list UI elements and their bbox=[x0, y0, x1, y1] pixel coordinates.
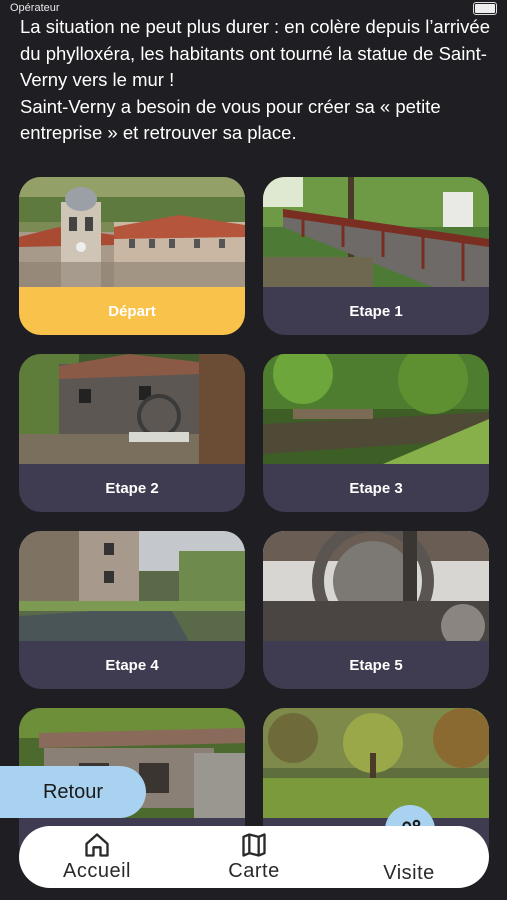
stage-label: Etape 3 bbox=[349, 479, 403, 497]
stage-photo-canal bbox=[19, 531, 245, 641]
back-button[interactable]: Retour bbox=[0, 766, 146, 818]
stage-card-etape-4[interactable]: Etape 4 bbox=[19, 531, 245, 689]
stage-photo-millstone bbox=[263, 531, 489, 641]
stage-label: Départ bbox=[19, 287, 245, 335]
intro-paragraph-1: La situation ne peut plus durer : en col… bbox=[20, 16, 490, 90]
bottom-navigation: Accueil Carte Visite bbox=[19, 826, 489, 888]
stage-photo-park bbox=[263, 708, 489, 818]
intro-text: La situation ne peut plus durer : en col… bbox=[20, 14, 490, 147]
stage-photo-stream bbox=[263, 354, 489, 464]
stage-photo-footbridge bbox=[263, 177, 489, 287]
map-icon bbox=[242, 833, 266, 857]
intro-paragraph-2: Saint-Verny a besoin de vous pour créer … bbox=[20, 95, 441, 144]
nav-map[interactable]: Carte bbox=[194, 832, 314, 883]
nav-home[interactable]: Accueil bbox=[37, 832, 157, 883]
stage-label: Etape 2 bbox=[105, 479, 159, 497]
nav-home-label: Accueil bbox=[63, 860, 131, 882]
stage-label: Etape 4 bbox=[105, 656, 159, 674]
nav-visit[interactable]: Visite bbox=[349, 832, 469, 885]
stage-card-etape-5[interactable]: Etape 5 bbox=[263, 531, 489, 689]
stage-card-depart[interactable]: Départ bbox=[19, 177, 245, 335]
stage-photo-mill bbox=[19, 354, 245, 464]
stage-card-etape-3[interactable]: Etape 3 bbox=[263, 354, 489, 512]
stage-card-etape-1[interactable]: Etape 1 bbox=[263, 177, 489, 335]
nav-visit-label: Visite bbox=[383, 862, 435, 884]
nav-map-label: Carte bbox=[228, 860, 280, 882]
carrier-label: Opérateur bbox=[10, 2, 60, 14]
stage-card-etape-2[interactable]: Etape 2 bbox=[19, 354, 245, 512]
stage-label: Etape 1 bbox=[349, 302, 403, 320]
stage-photo-village bbox=[19, 177, 245, 287]
home-icon bbox=[85, 833, 109, 857]
stage-label: Etape 5 bbox=[349, 656, 403, 674]
